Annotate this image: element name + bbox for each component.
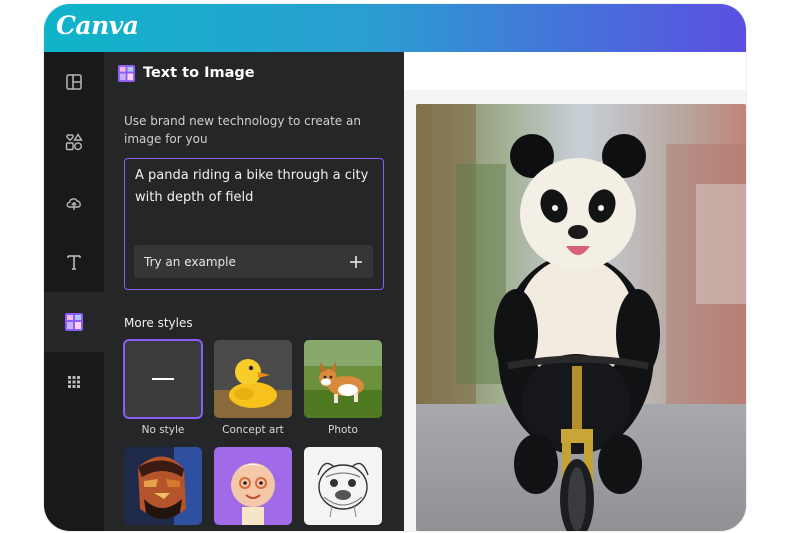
pug-sketch-thumbnail: [304, 447, 382, 525]
app-window: Canva Text to Image Use brand new techno…: [44, 4, 746, 531]
canvas-area: [404, 52, 746, 531]
sidebar-item-apps[interactable]: [44, 352, 104, 412]
sidebar-item-text-to-image[interactable]: [44, 292, 104, 352]
grid-icon: [68, 376, 80, 388]
portrait-thumbnail: [124, 447, 202, 525]
shapes-icon: [65, 133, 83, 151]
prompt-text[interactable]: A panda riding a bike through a city wit…: [135, 165, 371, 209]
layout-icon: [66, 74, 82, 90]
canva-logo[interactable]: Canva: [56, 11, 139, 40]
panel-header: Text to Image: [117, 62, 255, 84]
cloud-upload-icon: [66, 198, 81, 210]
more-styles-heading: More styles: [124, 316, 193, 330]
text-icon: [67, 255, 81, 270]
text-to-image-panel: Text to Image Use brand new technology t…: [104, 52, 404, 531]
corgi-thumbnail: [304, 340, 382, 418]
cartoon-character-thumbnail: [214, 447, 292, 525]
try-example-button[interactable]: Try an example: [134, 245, 373, 278]
sidebar-item-text[interactable]: [44, 232, 104, 292]
app-header: Canva: [44, 4, 746, 52]
sidebar-item-uploads[interactable]: [44, 172, 104, 232]
style-tile-5[interactable]: [214, 447, 292, 525]
panel-title: Text to Image: [143, 65, 255, 81]
panda-on-bike-image: [416, 104, 746, 531]
generated-image[interactable]: [416, 104, 746, 531]
text-to-image-icon: [65, 313, 83, 331]
style-caption: Concept art: [222, 424, 284, 436]
try-example-label: Try an example: [144, 254, 236, 269]
plus-icon: [350, 255, 362, 268]
no-style-dash-icon: [152, 378, 174, 380]
style-caption: No style: [141, 424, 185, 436]
prompt-input[interactable]: A panda riding a bike through a city wit…: [124, 158, 384, 290]
style-tile-photo[interactable]: [304, 340, 382, 418]
rubber-duck-thumbnail: [214, 340, 292, 418]
sidebar-rail: [44, 52, 104, 531]
style-tile-no-style[interactable]: [123, 339, 203, 419]
text-to-image-app-icon: [117, 64, 136, 82]
style-tile-6[interactable]: [304, 447, 382, 525]
sidebar-item-design[interactable]: [44, 52, 104, 112]
editor-toolbar: [404, 52, 746, 90]
style-tile-concept-art[interactable]: [214, 340, 292, 418]
panel-description: Use brand new technology to create an im…: [124, 114, 361, 146]
sidebar-item-elements[interactable]: [44, 112, 104, 172]
style-tile-4[interactable]: [124, 447, 202, 525]
style-caption: Photo: [328, 424, 358, 436]
